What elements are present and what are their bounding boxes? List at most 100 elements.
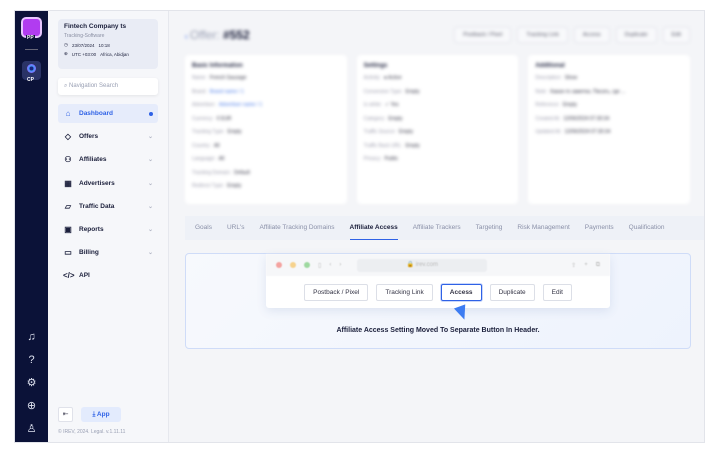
- field-value: Empty: [388, 115, 403, 122]
- sidebar-item-offers[interactable]: ◇ Offers ⌄: [58, 127, 158, 146]
- header-postback-pixel-button[interactable]: Postback / Pixel: [454, 27, 512, 43]
- header-tracking-link-button[interactable]: Tracking Link: [517, 27, 568, 43]
- info-card: Settings Activity: ● Active Conversion Type…: [356, 55, 519, 204]
- close-dot: [276, 262, 282, 268]
- download-app-button[interactable]: ⤓ App: [81, 407, 121, 422]
- info-row: Advertiser: Advertiser name / 1: [192, 102, 340, 108]
- field-label: Country:: [192, 142, 211, 149]
- illustration-access-button: Access: [440, 284, 482, 301]
- info-row: Conversion Type: Empty: [364, 89, 512, 95]
- info-row: Description: Show: [535, 75, 683, 81]
- sidebar-item-reports[interactable]: ▣ Reports ⌄: [58, 220, 158, 239]
- affiliate-access-panel: ▯ ‹ › 🔒 irev.com ⇪ + ⧉ Postback / Pixel Track…: [185, 253, 691, 349]
- header-edit-button[interactable]: Edit: [662, 27, 690, 43]
- tab-goals[interactable]: Goals: [195, 216, 212, 240]
- nav-icon: ▣: [64, 224, 72, 234]
- field-label: Conversion Type:: [363, 88, 403, 95]
- pp-logo[interactable]: PP: [21, 17, 42, 41]
- field-label: Description:: [535, 75, 562, 81]
- chevron-down-icon: ⌄: [147, 250, 153, 257]
- field-value: Advertiser name / 1: [218, 102, 263, 108]
- tab-qualification[interactable]: Qualification: [629, 216, 665, 240]
- card-title: Basic Information: [192, 63, 243, 69]
- tab-affiliate-trackers[interactable]: Affiliate Trackers: [413, 216, 461, 240]
- field-value: Empty: [398, 129, 414, 135]
- nav-icon: </>: [63, 271, 75, 281]
- field-label: Activity:: [363, 75, 381, 81]
- help-icon[interactable]: ?: [25, 354, 38, 367]
- bell-icon[interactable]: ♫: [25, 331, 38, 344]
- settings-icon[interactable]: ⚙: [25, 377, 38, 390]
- header-access-button[interactable]: Access: [573, 27, 610, 43]
- info-row: Currency: € EUR: [192, 116, 340, 122]
- field-value: Brand name / 1: [209, 88, 244, 95]
- field-label: Currency:: [192, 115, 214, 122]
- sidebar-item-advertisers[interactable]: ▦ Advertisers ⌄: [58, 174, 158, 193]
- field-label: Reference:: [535, 102, 560, 108]
- nav-icon: ◇: [64, 132, 72, 142]
- collapse-sidebar-button[interactable]: ⇤: [58, 407, 73, 422]
- nav-icon: ▭: [64, 248, 72, 258]
- info-row: Country: All: [192, 143, 340, 149]
- illustration-duplicate-button: Duplicate: [489, 284, 535, 301]
- card-title: Additional: [535, 63, 565, 69]
- sidebar-item-label: Dashboard: [79, 110, 113, 117]
- sidebar-icon: ▯: [318, 262, 322, 269]
- field-value: Default: [234, 169, 250, 176]
- field-value: Какая-то заметка. Писать, где ...: [550, 88, 626, 95]
- header-actions: Postback / Pixel Tracking Link Access Dupli…: [448, 27, 690, 43]
- tab-risk-management[interactable]: Risk Management: [517, 216, 569, 240]
- app-rail: PP CP ♫ ? ⚙ ⊕ ♙: [15, 11, 48, 442]
- sidebar-item-affiliates[interactable]: ⚇ Affiliates ⌄: [58, 150, 158, 169]
- info-card: Additional Description: Show Note: Какая-то …: [528, 55, 691, 204]
- field-value: ● Active: [383, 75, 402, 81]
- chevron-down-icon: ⌄: [147, 180, 153, 187]
- nav-icon: ⌂: [65, 109, 71, 118]
- info-card: Basic Information Name: French Sausage Bran…: [185, 55, 347, 204]
- sidebar-item-billing[interactable]: ▭ Billing ⌄: [58, 243, 158, 262]
- tab-affiliate-tracking-domains[interactable]: Affiliate Tracking Domains: [259, 216, 334, 240]
- info-row: Activity: ● Active: [364, 75, 512, 81]
- field-label: Traffic Source:: [363, 129, 396, 135]
- info-row: Brand: Brand name / 1: [192, 89, 340, 95]
- info-row: Tracking Type: Empty: [192, 129, 340, 135]
- maximize-dot: [304, 262, 310, 268]
- info-message: Affiliate Access Setting Moved To Separa…: [336, 327, 540, 334]
- tab-affiliate-access[interactable]: Affiliate Access: [349, 216, 398, 240]
- share-icon: ⇪: [571, 262, 577, 269]
- browser-illustration: ▯ ‹ › 🔒 irev.com ⇪ + ⧉ Postback / Pixel Track…: [266, 254, 610, 308]
- tab-targeting[interactable]: Targeting: [476, 216, 503, 240]
- company-card[interactable]: Fintech Company ts Tracking-Software ◷ 23…: [58, 19, 158, 69]
- tab-bar: Goals URL's Affiliate Tracking Domains Affi…: [185, 216, 704, 240]
- header-duplicate-button[interactable]: Duplicate: [615, 27, 657, 43]
- info-row: Is white: ✓ Yes: [364, 102, 512, 108]
- field-label: Note:: [535, 88, 548, 95]
- info-row: Note: Какая-то заметка. Писать, где ...: [535, 89, 683, 95]
- illustration-tracking-link-button: Tracking Link: [376, 284, 433, 301]
- sidebar-item-traffic-data[interactable]: ▱ Traffic Data ⌄: [58, 197, 158, 216]
- app-window: PP CP ♫ ? ⚙ ⊕ ♙ Fintech Company ts Track…: [14, 10, 705, 443]
- field-value: Empty: [562, 102, 577, 108]
- field-value: Empty: [227, 183, 242, 189]
- info-row: Created At: 12/06/2024 07:30:34: [535, 116, 683, 122]
- sidebar-item-dashboard[interactable]: ⌂ Dashboard: [58, 104, 158, 123]
- chevron-down-icon: ⌄: [147, 157, 153, 164]
- tab-url-s[interactable]: URL's: [227, 216, 245, 240]
- info-row: Tracking Domain: Default: [192, 170, 340, 176]
- sidebar-item-api[interactable]: </> API: [58, 266, 158, 285]
- chevron-down-icon: ⌄: [147, 226, 153, 233]
- tab-payments[interactable]: Payments: [585, 216, 614, 240]
- cp-logo-icon: [27, 64, 36, 73]
- navigation-search-input[interactable]: ⌕ Navigation Search: [58, 78, 158, 95]
- field-label: Is white:: [363, 102, 383, 108]
- field-value: Public: [384, 156, 399, 162]
- info-row: Redirect Type: Empty: [192, 183, 340, 189]
- cp-app-button[interactable]: CP: [22, 61, 41, 83]
- sidebar: Fintech Company ts Tracking-Software ◷ 23…: [48, 11, 169, 442]
- field-label: Brand:: [192, 88, 207, 95]
- info-row: Traffic Back URL: Empty: [364, 143, 512, 149]
- sidebar-item-label: Reports: [79, 225, 104, 233]
- sidebar-item-label: Affiliates: [79, 156, 107, 164]
- user-icon[interactable]: ♙: [25, 423, 38, 436]
- globe-icon[interactable]: ⊕: [25, 400, 38, 413]
